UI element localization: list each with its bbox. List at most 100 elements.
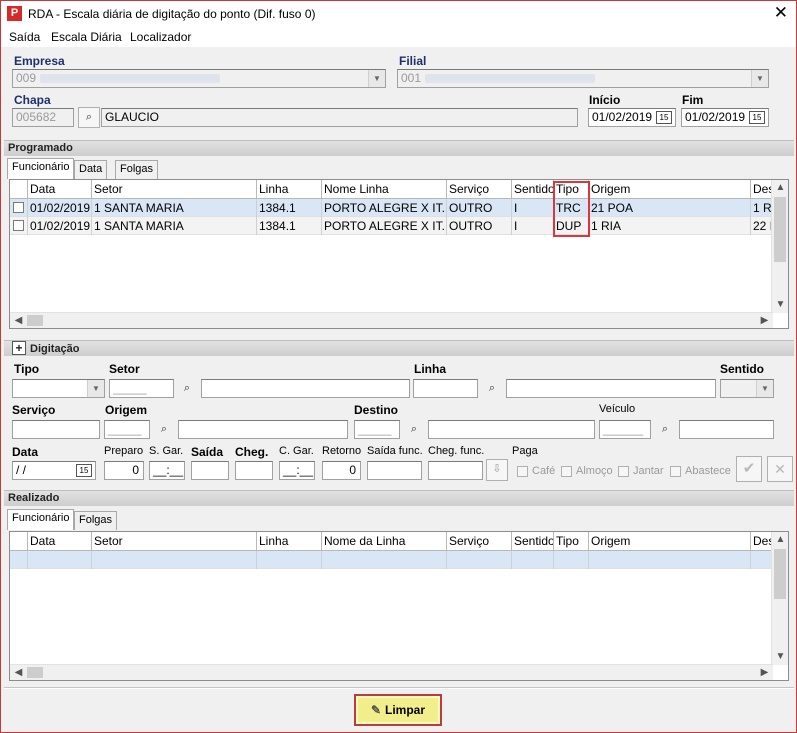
preparo-input[interactable]: 0 xyxy=(104,461,144,480)
cheg-input[interactable] xyxy=(235,461,273,480)
scroll-right-icon[interactable]: ▶ xyxy=(756,665,773,680)
scroll-down-icon[interactable]: ▼ xyxy=(772,649,788,665)
filial-combo[interactable]: 001 ▼ xyxy=(397,69,769,88)
table-row[interactable]: 01/02/2019 1 SANTA MARIA 1384.1 PORTO AL… xyxy=(10,217,773,235)
tipo-label: Tipo xyxy=(14,362,40,376)
column-header[interactable]: Data xyxy=(28,180,92,198)
column-header[interactable]: Linha xyxy=(257,532,322,550)
row-checkbox[interactable] xyxy=(13,202,24,213)
saida-input[interactable] xyxy=(191,461,229,480)
column-header[interactable]: Tipo xyxy=(554,532,589,550)
confirm-icon[interactable]: ✔ xyxy=(736,456,762,482)
binoculars-icon[interactable]: ⌕ xyxy=(403,419,425,440)
fim-date-input[interactable]: 01/02/2019 15 xyxy=(681,108,769,127)
tab-realizado-folgas[interactable]: Folgas xyxy=(74,511,118,530)
binoculars-icon[interactable]: ⌕ xyxy=(481,378,503,399)
horizontal-scrollbar[interactable]: ◀ ▶ xyxy=(10,312,773,328)
destino-name-input[interactable] xyxy=(428,420,595,439)
empresa-combo[interactable]: 009 ▼ xyxy=(12,69,386,88)
binoculars-icon[interactable]: ⌕ xyxy=(176,378,198,399)
limpar-label: Limpar xyxy=(385,703,426,717)
tab-data[interactable]: Data xyxy=(74,160,108,179)
vertical-scrollbar[interactable]: ▲ ▼ xyxy=(771,532,788,665)
scroll-up-icon[interactable]: ▲ xyxy=(772,180,788,196)
retorno-input[interactable]: 0 xyxy=(322,461,361,480)
linha-code-input[interactable] xyxy=(413,379,478,398)
table-row[interactable]: 01/02/2019 1 SANTA MARIA 1384.1 PORTO AL… xyxy=(10,199,775,217)
binoculars-icon[interactable]: ⌕ xyxy=(654,419,676,440)
fim-label: Fim xyxy=(682,93,704,107)
table-row[interactable] xyxy=(10,551,773,569)
menu-escala-diaria[interactable]: Escala Diária xyxy=(51,30,122,44)
jantar-checkbox[interactable] xyxy=(618,466,629,477)
tab-folgas[interactable]: Folgas xyxy=(115,160,159,179)
binoculars-icon[interactable]: ⌕ xyxy=(153,419,175,440)
column-header[interactable]: Serviço xyxy=(447,180,512,198)
data-date-input[interactable]: / / 15 xyxy=(12,461,96,480)
menu-localizador[interactable]: Localizador xyxy=(130,30,191,44)
scroll-right-icon[interactable]: ▶ xyxy=(756,313,773,328)
horizontal-scrollbar[interactable]: ◀ ▶ xyxy=(10,664,773,680)
title-bar: P RDA - Escala diária de digitação do po… xyxy=(1,1,796,27)
expand-icon[interactable]: + xyxy=(12,341,26,355)
tab-realizado-funcionario[interactable]: Funcionário xyxy=(7,509,75,530)
column-header[interactable]: Linha xyxy=(257,180,322,198)
column-header[interactable]: Setor xyxy=(92,180,257,198)
setor-name-input[interactable] xyxy=(201,379,410,398)
scroll-thumb[interactable] xyxy=(27,315,43,326)
vertical-scrollbar[interactable]: ▲ ▼ xyxy=(771,180,788,313)
veiculo-code-input[interactable]: ______ xyxy=(599,420,651,439)
sgar-input[interactable]: __:__ xyxy=(149,461,185,480)
arrow-down-icon[interactable]: ⇩ xyxy=(486,459,508,481)
setor-code-input[interactable]: _____ xyxy=(109,379,174,398)
row-checkbox[interactable] xyxy=(13,220,24,231)
column-header[interactable]: Origem xyxy=(589,532,751,550)
sentido-select[interactable]: ▼ xyxy=(720,379,774,398)
binoculars-icon[interactable]: ⌕ xyxy=(78,107,100,128)
cell-setor: 1 SANTA MARIA xyxy=(92,217,257,235)
limpar-button[interactable]: ✎ Limpar xyxy=(354,694,442,726)
close-icon[interactable]: ✕ xyxy=(774,4,788,22)
almoco-checkbox[interactable] xyxy=(561,466,572,477)
veiculo-name-input[interactable] xyxy=(679,420,774,439)
scroll-thumb[interactable] xyxy=(774,549,786,599)
chevron-down-icon[interactable]: ▼ xyxy=(368,70,385,87)
cafe-checkbox[interactable] xyxy=(517,466,528,477)
column-header[interactable]: Serviço xyxy=(447,532,512,550)
origem-name-input[interactable] xyxy=(178,420,348,439)
column-header[interactable]: Setor xyxy=(92,532,257,550)
abastece-checkbox[interactable] xyxy=(670,466,681,477)
column-header[interactable]: Origem xyxy=(589,180,751,198)
cancel-icon[interactable]: ✕ xyxy=(767,456,793,482)
saida-func-input[interactable] xyxy=(367,461,422,480)
column-header[interactable]: Nome Linha xyxy=(322,180,447,198)
column-header[interactable]: Sentido xyxy=(512,532,554,550)
calendar-icon[interactable]: 15 xyxy=(76,464,92,477)
scroll-down-icon[interactable]: ▼ xyxy=(772,297,788,313)
calendar-icon[interactable]: 15 xyxy=(749,111,765,124)
column-header[interactable]: Sentido xyxy=(512,180,554,198)
scroll-up-icon[interactable]: ▲ xyxy=(772,532,788,548)
cheg-func-input[interactable] xyxy=(428,461,483,480)
chevron-down-icon[interactable]: ▼ xyxy=(87,380,104,397)
menu-saida[interactable]: Saída xyxy=(9,30,40,44)
origem-code-input[interactable]: _____ xyxy=(104,420,150,439)
scroll-left-icon[interactable]: ◀ xyxy=(10,665,27,680)
tab-funcionario[interactable]: Funcionário xyxy=(7,158,75,179)
chevron-down-icon[interactable]: ▼ xyxy=(751,70,768,87)
cgar-input[interactable]: __:__ xyxy=(279,461,315,480)
servico-input[interactable] xyxy=(12,420,100,439)
tipo-select[interactable]: ▼ xyxy=(12,379,105,398)
scroll-left-icon[interactable]: ◀ xyxy=(10,313,27,328)
scroll-thumb[interactable] xyxy=(27,667,43,678)
chevron-down-icon[interactable]: ▼ xyxy=(756,380,773,397)
digitacao-header: + Digitação xyxy=(4,340,794,356)
chapa-input[interactable]: 005682 xyxy=(12,108,74,127)
scroll-thumb[interactable] xyxy=(774,197,786,262)
destino-code-input[interactable]: _____ xyxy=(354,420,400,439)
calendar-icon[interactable]: 15 xyxy=(656,111,672,124)
column-header[interactable]: Nome da Linha xyxy=(322,532,447,550)
inicio-date-input[interactable]: 01/02/2019 15 xyxy=(588,108,676,127)
linha-name-input[interactable] xyxy=(506,379,716,398)
column-header[interactable]: Data xyxy=(28,532,92,550)
